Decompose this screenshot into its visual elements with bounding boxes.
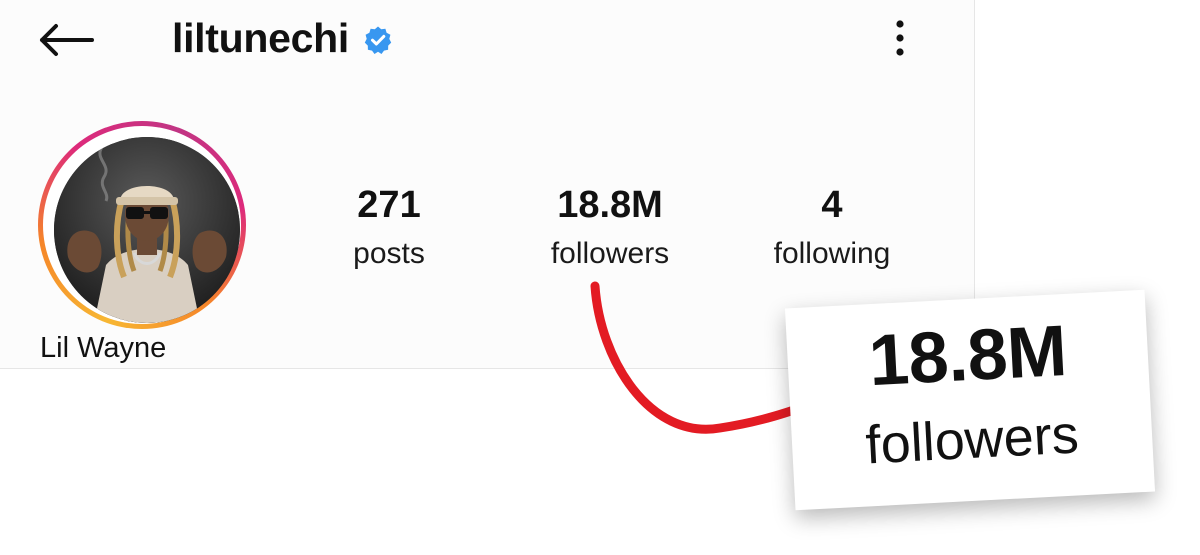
followers-value: 18.8M xyxy=(557,184,663,226)
followers-zoom-callout: 18.8M followers xyxy=(784,289,1156,511)
posts-count[interactable]: 271 posts xyxy=(289,180,489,278)
story-ring[interactable] xyxy=(38,121,246,329)
following-value: 4 xyxy=(821,184,843,226)
callout-value: 18.8M xyxy=(866,310,1069,402)
following-count[interactable]: 4 following xyxy=(732,180,932,278)
avatar xyxy=(54,137,240,323)
more-vertical-icon xyxy=(896,20,904,56)
display-name: Lil Wayne xyxy=(40,332,167,364)
username: liltunechi xyxy=(172,14,349,61)
followers-count[interactable]: 18.8M followers xyxy=(510,180,710,278)
posts-label: posts xyxy=(353,237,425,270)
more-options-button[interactable] xyxy=(880,12,920,64)
back-button[interactable] xyxy=(30,16,102,64)
username-row: liltunechi xyxy=(172,12,393,64)
verified-badge-icon xyxy=(363,25,393,55)
arrow-left-icon xyxy=(40,24,94,56)
callout-label: followers xyxy=(864,404,1081,476)
posts-value: 271 xyxy=(357,184,421,226)
